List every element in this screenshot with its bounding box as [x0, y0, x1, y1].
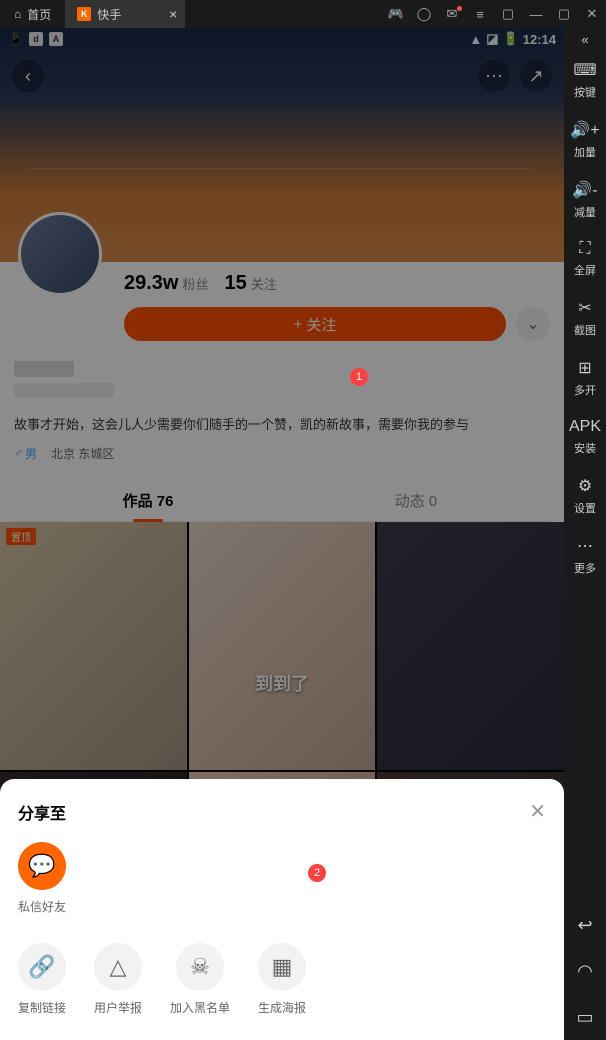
nav-recent-icon[interactable]: ▭: [564, 994, 606, 1040]
tool-vol-down[interactable]: 🔊-减量: [564, 170, 606, 230]
status-tiktok-icon: d: [29, 32, 43, 46]
userid-redacted: [14, 383, 114, 397]
share-dm[interactable]: 💬 私信好友: [18, 842, 66, 915]
mail-icon[interactable]: ✉: [438, 0, 466, 28]
action-poster[interactable]: ▦ 生成海报: [258, 943, 306, 1016]
plus-icon: +: [294, 316, 303, 333]
meta-row: ♂ 男 北京 东城区: [14, 445, 550, 462]
username-redacted: [14, 361, 74, 377]
menu-icon[interactable]: ≡: [466, 0, 494, 28]
report-label: 用户举报: [94, 999, 142, 1016]
tool-fullscreen[interactable]: ⛶全屏: [564, 230, 606, 288]
gamepad-icon[interactable]: 🎮: [382, 0, 410, 28]
chevron-down-icon: ⌄: [526, 314, 539, 334]
emulator-top-bar: ⌂ 首页 K 快手 × 🎮 ◯ ✉ ≡ ▢ — ▢ ✕: [0, 0, 606, 28]
tool-screenshot[interactable]: ✂截图: [564, 288, 606, 348]
poster-label: 生成海报: [258, 999, 306, 1016]
cell-caption: 到到了: [255, 670, 309, 696]
following-label: 关注: [251, 274, 277, 293]
more-icon: ⋯: [577, 536, 593, 556]
profile-nav: ‹ ⋯ ↗: [0, 56, 564, 96]
profile-section: 29.3w 粉丝 15 关注 +关注 ⌄ 故事才开始，这会儿人少需要你们随手的一…: [0, 262, 564, 522]
close-window-icon[interactable]: ✕: [578, 0, 606, 28]
app-tab-label: 快手: [97, 6, 121, 23]
phone-stage: 📱 d A ▲ ◪ 🔋 12:14 ‹ ⋯ ↗ 29.3w: [0, 28, 564, 1040]
more-button[interactable]: ⋯: [478, 60, 510, 92]
home-label: 首页: [27, 6, 51, 23]
chat-icon: 💬: [18, 842, 66, 890]
kuaishou-icon: K: [77, 7, 91, 21]
status-app-icon: 📱: [8, 32, 23, 46]
tab-works[interactable]: 作品 76: [14, 480, 282, 521]
gender-badge: ♂ 男: [14, 445, 37, 462]
action-copy-link[interactable]: 🔗 复制链接: [18, 943, 66, 1016]
grid-cell[interactable]: 到到了: [189, 522, 376, 771]
location-text: 北京 东城区: [51, 445, 114, 462]
collapse-rail-icon[interactable]: «: [564, 28, 606, 50]
grid-cell[interactable]: 置顶: [0, 522, 187, 771]
status-time: 12:14: [523, 32, 556, 47]
copy-link-label: 复制链接: [18, 999, 66, 1016]
nav-back-icon[interactable]: ↩: [564, 902, 606, 948]
phone-status-bar: 📱 d A ▲ ◪ 🔋 12:14: [0, 28, 564, 50]
account-icon[interactable]: ◯: [410, 0, 438, 28]
tool-keys[interactable]: ⌨按键: [564, 50, 606, 110]
warning-icon: △: [94, 943, 142, 991]
tool-multi[interactable]: ⊞多开: [564, 348, 606, 408]
scissors-icon: ✂: [578, 298, 591, 318]
share-button[interactable]: ↗: [520, 60, 552, 92]
back-button[interactable]: ‹: [12, 60, 44, 92]
sheet-title: 分享至: [18, 800, 66, 824]
blacklist-label: 加入黑名单: [170, 999, 230, 1016]
multi-icon: ⊞: [578, 358, 591, 378]
app-tab[interactable]: K 快手 ×: [65, 0, 185, 28]
volume-up-icon: 🔊+: [570, 120, 599, 140]
gear-icon: ⚙: [578, 476, 592, 496]
tool-more[interactable]: ⋯更多: [564, 526, 606, 586]
wifi-icon: ▲: [469, 32, 482, 47]
share-dm-label: 私信好友: [18, 898, 66, 915]
action-blacklist[interactable]: ☠ 加入黑名单: [170, 943, 230, 1016]
home-tab[interactable]: ⌂ 首页: [0, 0, 65, 28]
following-count: 15: [225, 272, 247, 295]
tray: 🎮 ◯ ✉ ≡ ▢ — ▢ ✕: [382, 0, 606, 28]
fans-label: 粉丝: [182, 274, 208, 293]
stats-row: 29.3w 粉丝 15 关注: [124, 272, 550, 295]
emulator-right-rail: « ⌨按键 🔊+加量 🔊-减量 ⛶全屏 ✂截图 ⊞多开 APK安装 ⚙设置 ⋯更…: [564, 28, 606, 1040]
grid-icon: ▦: [258, 943, 306, 991]
apk-icon: APK: [569, 418, 601, 436]
maximize-icon[interactable]: ▢: [550, 0, 578, 28]
tab-moments[interactable]: 动态 0: [282, 480, 550, 521]
signal-icon: ◪: [486, 31, 498, 47]
home-icon: ⌂: [14, 7, 21, 21]
username-block: [14, 361, 550, 397]
profile-tabs: 作品 76 动态 0: [14, 480, 550, 522]
tool-settings[interactable]: ⚙设置: [564, 466, 606, 526]
minimize-icon[interactable]: —: [522, 0, 550, 28]
tool-install[interactable]: APK安装: [564, 408, 606, 466]
sheet-close-button[interactable]: ✕: [529, 799, 546, 824]
dropdown-button[interactable]: ⌄: [516, 307, 550, 341]
battery-icon: 🔋: [503, 31, 519, 47]
close-tab-icon[interactable]: ×: [169, 6, 177, 22]
action-report[interactable]: △ 用户举报: [94, 943, 142, 1016]
window-icon[interactable]: ▢: [494, 0, 522, 28]
skull-icon: ☠: [176, 943, 224, 991]
keyboard-icon: ⌨: [573, 60, 596, 80]
avatar[interactable]: [18, 212, 102, 296]
volume-down-icon: 🔊-: [572, 180, 597, 200]
bio-text: 故事才开始，这会儿人少需要你们随手的一个赞，凯的新故事，需要你我的参与: [14, 415, 550, 435]
fullscreen-icon: ⛶: [579, 240, 590, 258]
fans-stat[interactable]: 29.3w 粉丝: [124, 272, 209, 295]
fans-count: 29.3w: [124, 272, 178, 295]
share-sheet: 分享至 ✕ 💬 私信好友 🔗 复制链接 △ 用户举报 ☠ 加入黑名单 ▦: [0, 779, 564, 1040]
nav-home-icon[interactable]: ◠: [564, 948, 606, 994]
grid-cell[interactable]: [377, 522, 564, 771]
pin-badge: 置顶: [6, 528, 36, 545]
tool-vol-up[interactable]: 🔊+加量: [564, 110, 606, 170]
following-stat[interactable]: 15 关注: [225, 272, 277, 295]
link-icon: 🔗: [18, 943, 66, 991]
follow-button[interactable]: +关注: [124, 307, 506, 341]
status-a-icon: A: [49, 32, 63, 46]
